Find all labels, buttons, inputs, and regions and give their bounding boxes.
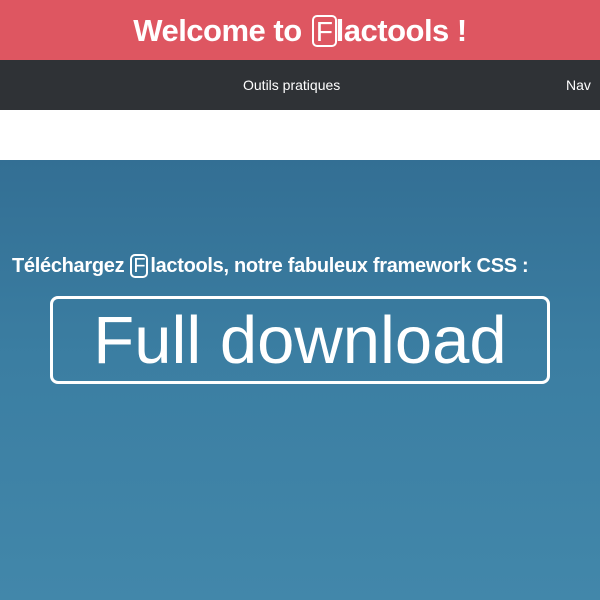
page: Welcome to F lactools ! Outils pratiques… <box>0 0 600 600</box>
download-hero: Téléchargez F lactools, notre fabuleux f… <box>0 160 600 600</box>
flactools-logo-icon: F <box>130 254 149 278</box>
banner-suffix: lactools ! <box>335 12 468 48</box>
welcome-banner: Welcome to F lactools ! <box>0 0 600 60</box>
nav-item-clipped[interactable]: Nav <box>566 77 591 93</box>
banner-prefix: Welcome to <box>133 12 302 48</box>
main-navbar: Outils pratiques Nav <box>0 60 600 110</box>
spacer-band <box>0 110 600 160</box>
download-intro-prefix: Téléchargez <box>12 254 125 277</box>
nav-item-outils-pratiques[interactable]: Outils pratiques <box>243 77 340 93</box>
flactools-logo-icon: F <box>311 14 337 47</box>
full-download-button[interactable]: Full download <box>50 296 550 384</box>
download-intro-text: Téléchargez F lactools, notre fabuleux f… <box>12 254 529 278</box>
download-intro-suffix: lactools, notre fabuleux framework CSS : <box>150 254 529 277</box>
